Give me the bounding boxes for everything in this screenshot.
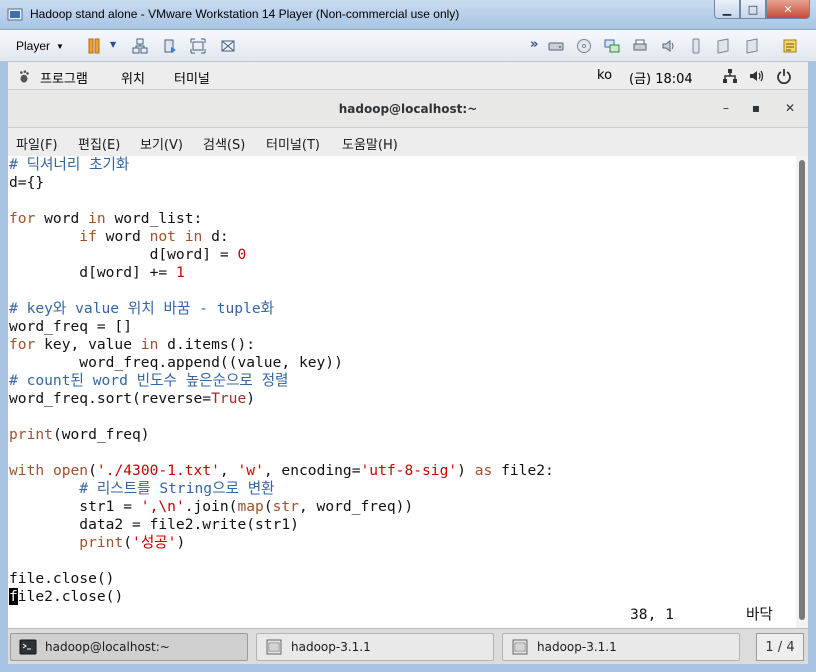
minimize-icon: –: [723, 101, 729, 115]
printer-icon[interactable]: [632, 38, 648, 54]
code-line: file2.close(): [9, 588, 124, 605]
file-manager-icon: [266, 639, 282, 655]
code-line: with open('./4300-1.txt', 'w', encoding=…: [9, 462, 554, 479]
terminal-scrollbar[interactable]: [796, 156, 808, 628]
minimize-button[interactable]: ▁: [714, 0, 740, 19]
code-line: d[word] = 0: [9, 246, 247, 263]
taskbar-item-terminal[interactable]: hadoop@localhost:~: [10, 633, 248, 661]
terminal-icon: [19, 639, 37, 655]
vm-frame-left: [0, 62, 8, 664]
code-line: data2 = file2.write(str1): [9, 516, 299, 533]
terminal-close-button[interactable]: ✕: [782, 101, 798, 115]
code-line: for key, value in d.items():: [9, 336, 256, 353]
message-log-icon[interactable]: [782, 38, 798, 54]
devices-chevron-icon[interactable]: »: [530, 37, 538, 52]
close-icon: ✕: [783, 2, 793, 16]
cursor-position: 38, 1: [630, 606, 674, 623]
terminal-minimize-button[interactable]: –: [718, 101, 734, 115]
terminal-headerbar: hadoop@localhost:~ – ▪ ✕: [8, 90, 808, 128]
gnome-foot-icon: [20, 70, 29, 83]
usb-device-icon[interactable]: [688, 38, 704, 54]
maximize-icon: □: [747, 2, 759, 16]
code-line: file.close(): [9, 570, 115, 587]
vmware-app-icon: [7, 8, 23, 21]
terminal-text-area[interactable]: # 딕셔너리 초기화 d={} for word in word_list: i…: [8, 156, 796, 628]
terminal-maximize-button[interactable]: ▪: [748, 101, 764, 115]
code-line: d[word] += 1: [9, 264, 185, 281]
input-method-indicator[interactable]: ko: [597, 68, 612, 83]
applications-menu[interactable]: 프로그램: [40, 68, 88, 87]
close-button[interactable]: ✕: [766, 0, 810, 19]
code-line: # count된 word 빈도수 높은순으로 정렬: [9, 372, 289, 389]
terminal-title: hadoop@localhost:~: [338, 102, 478, 116]
minimize-icon: ▁: [722, 2, 732, 16]
chevron-down-icon: ▼: [56, 41, 64, 51]
menu-help[interactable]: 도움말(H): [342, 134, 398, 153]
vm-frame-right: [808, 62, 816, 664]
network-status-icon[interactable]: [722, 68, 738, 84]
code-line: if word not in d:: [79, 228, 229, 245]
taskbar-item-file-manager[interactable]: hadoop-3.1.1: [502, 633, 740, 661]
clock[interactable]: (금) 18:04: [629, 68, 693, 87]
terminal-menubar: 파일(F) 편집(E) 보기(V) 검색(S) 터미널(T) 도움말(H): [8, 128, 808, 156]
code-line: str1 = ',\n'.join(map(str, word_freq)): [9, 498, 414, 515]
floppy-icon[interactable]: [744, 38, 760, 54]
file-manager-icon: [512, 639, 528, 655]
vmware-window-controls: ▁ □ ✕: [714, 0, 810, 19]
menu-search[interactable]: 검색(S): [203, 134, 245, 153]
network-icon[interactable]: [132, 38, 148, 54]
menu-file[interactable]: 파일(F): [16, 134, 58, 153]
vmware-toolbar: Player ▼ ▼ »: [0, 30, 816, 62]
code-line: d={}: [9, 174, 45, 191]
scroll-position: 바닥: [746, 606, 773, 623]
vm-frame-bottom: [0, 664, 816, 672]
menu-edit[interactable]: 편집(E): [78, 134, 120, 153]
menu-view[interactable]: 보기(V): [140, 134, 183, 153]
taskbar-item-file-manager[interactable]: hadoop-3.1.1: [256, 633, 494, 661]
player-menu-button[interactable]: Player ▼: [10, 36, 70, 56]
code-line: print(word_freq): [9, 426, 150, 443]
fullscreen-icon[interactable]: [190, 38, 206, 54]
code-line: # key와 value 위치 바꿈 - tuple화: [9, 300, 275, 317]
taskbar: hadoop@localhost:~ hadoop-3.1.1 hadoop-3…: [8, 628, 808, 664]
maximize-icon: ▪: [751, 101, 761, 115]
power-icon[interactable]: [776, 68, 792, 84]
workspace-switcher[interactable]: 1 / 4: [756, 633, 804, 661]
sound-card-icon[interactable]: [660, 38, 676, 54]
code-line: # 딕셔너리 초기화: [9, 156, 130, 173]
code-line: # 리스트를 String으로 변환: [9, 480, 275, 497]
player-menu-label: Player: [16, 39, 51, 53]
removable-device-icon[interactable]: [162, 38, 178, 54]
network-adapter-icon[interactable]: [604, 38, 620, 54]
hard-disk-icon[interactable]: [548, 38, 564, 54]
volume-icon[interactable]: [748, 68, 764, 84]
code-line: print('성공'): [79, 534, 186, 551]
close-icon: ✕: [784, 101, 796, 115]
taskbar-item-label: hadoop@localhost:~: [45, 640, 170, 654]
pause-icon[interactable]: [86, 38, 102, 54]
vmware-window-title: Hadoop stand alone - VMware Workstation …: [30, 7, 460, 21]
places-menu[interactable]: 위치: [121, 68, 145, 87]
code-line: word_freq.append((value, key)): [9, 354, 343, 371]
gnome-top-bar: 프로그램 위치 터미널 ko (금) 18:04: [8, 62, 808, 90]
scrollbar-thumb[interactable]: [799, 160, 805, 620]
display-icon[interactable]: [716, 38, 732, 54]
pause-dropdown-icon[interactable]: ▼: [110, 40, 116, 49]
unity-mode-icon[interactable]: [220, 38, 236, 54]
terminal-app-menu[interactable]: 터미널: [174, 68, 210, 87]
cd-dvd-icon[interactable]: [576, 38, 592, 54]
code-line: word_freq = []: [9, 318, 133, 335]
vmware-titlebar: Hadoop stand alone - VMware Workstation …: [0, 0, 816, 30]
code-line: for word in word_list:: [9, 210, 203, 227]
text-cursor: f: [9, 588, 18, 605]
menu-terminal[interactable]: 터미널(T): [266, 134, 320, 153]
maximize-button[interactable]: □: [740, 0, 766, 19]
taskbar-item-label: hadoop-3.1.1: [537, 640, 617, 654]
code-line: word_freq.sort(reverse=True): [9, 390, 256, 407]
taskbar-item-label: hadoop-3.1.1: [291, 640, 371, 654]
